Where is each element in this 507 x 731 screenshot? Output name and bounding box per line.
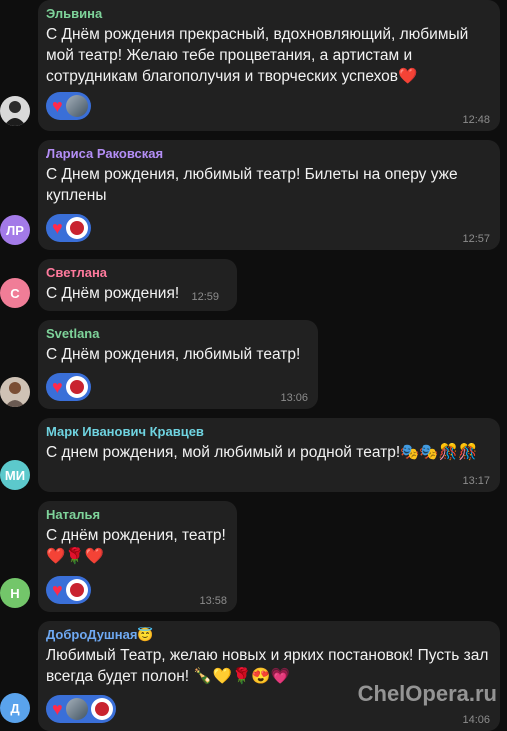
reactions-bar: ♥: [46, 576, 91, 604]
message-time: 12:59: [191, 291, 220, 303]
message-time: 12:48: [462, 114, 490, 126]
message-bubble[interactable]: Эльвина С Днём рождения прекрасный, вдох…: [38, 0, 500, 131]
avatar-initials: МИ: [4, 467, 26, 483]
message-text: С Днём рождения прекрасный, вдохновляющи…: [46, 26, 469, 85]
avatar[interactable]: [0, 377, 30, 407]
message-emoji-line: ❤️🌹❤️: [46, 548, 104, 565]
message-sender: Svetlana: [46, 326, 100, 341]
heart-icon: ♥: [52, 96, 63, 116]
avatar[interactable]: Д: [0, 693, 30, 723]
message-text: С днём рождения, театр!: [46, 527, 226, 544]
reaction-avatar: [65, 698, 88, 720]
avatar[interactable]: ЛР: [0, 215, 30, 245]
watermark: ChelOpera.ru: [357, 681, 497, 706]
avatar-photo-icon: [0, 96, 30, 126]
message-text-row: С Днём рождения! 12:59: [46, 283, 229, 308]
heart-icon: ♥: [52, 218, 63, 238]
avatar-photo-icon: [0, 377, 30, 407]
message-bubble[interactable]: Светлана С Днём рождения! 12:59: [38, 259, 237, 311]
avatar-initials: С: [10, 285, 20, 301]
avatar[interactable]: [0, 96, 30, 126]
message-time: 13:06: [280, 392, 308, 404]
reaction-heart[interactable]: ♥: [46, 576, 91, 604]
avatar[interactable]: Н: [0, 578, 30, 608]
message-sender: Светлана: [46, 265, 108, 280]
message-bubble[interactable]: Марк Иванович Кравцев С днем рождения, м…: [38, 418, 500, 492]
message-sender: ДоброДушная😇: [46, 627, 154, 642]
message-bubble[interactable]: Наталья С днём рождения, театр! ❤️🌹❤️ ♥ …: [38, 501, 237, 612]
message-time: 13:58: [199, 595, 227, 607]
message-bubble[interactable]: Лариса Раковская С Днем рождения, любимы…: [38, 140, 500, 250]
reaction-heart[interactable]: ♥: [46, 214, 91, 242]
reaction-heart[interactable]: ♥: [46, 373, 91, 401]
avatar[interactable]: С: [0, 278, 30, 308]
message-text: С Днём рождения, любимый театр!: [46, 346, 301, 363]
message-time: 14:06: [462, 714, 490, 726]
message-sender: Лариса Раковская: [46, 146, 164, 161]
reaction-avatar: [65, 95, 88, 117]
message-text: С Днём рождения!: [46, 285, 180, 302]
reaction-avatar: [65, 376, 88, 398]
message-sender: Марк Иванович Кравцев: [46, 424, 204, 439]
message-bubble[interactable]: ДоброДушная😇 Любимый Театр, желаю новых …: [38, 621, 500, 731]
message-text: С Днем рождения, любимый театр! Билеты н…: [46, 166, 458, 204]
heart-icon: ♥: [52, 699, 63, 719]
reactions-bar: ♥: [46, 695, 116, 723]
heart-icon: ♥: [52, 377, 63, 397]
message-bubble[interactable]: Svetlana С Днём рождения, любимый театр!…: [38, 320, 318, 409]
reactions-bar: ♥: [46, 214, 91, 242]
message-text: С днем рождения, мой любимый и родной те…: [46, 444, 478, 461]
reaction-heart[interactable]: ♥: [46, 695, 116, 723]
reaction-avatar: [65, 217, 88, 239]
avatar-initials: Д: [10, 700, 20, 716]
reactions-bar: ♥: [46, 373, 91, 401]
message-sender: Эльвина: [46, 6, 103, 21]
message-time: 12:57: [462, 233, 490, 245]
avatar-initials: ЛР: [6, 222, 24, 238]
avatar-initials: Н: [10, 585, 20, 601]
heart-icon: ♥: [52, 580, 63, 600]
reaction-avatar: [65, 579, 88, 601]
chat-history: Эльвина С Днём рождения прекрасный, вдох…: [0, 0, 507, 731]
message-time: 13:17: [462, 475, 490, 487]
avatar[interactable]: МИ: [0, 460, 30, 490]
reaction-heart[interactable]: ♥: [46, 92, 91, 120]
reaction-avatar: [90, 698, 113, 720]
reactions-bar: ♥: [46, 92, 91, 120]
message-sender: Наталья: [46, 507, 101, 522]
